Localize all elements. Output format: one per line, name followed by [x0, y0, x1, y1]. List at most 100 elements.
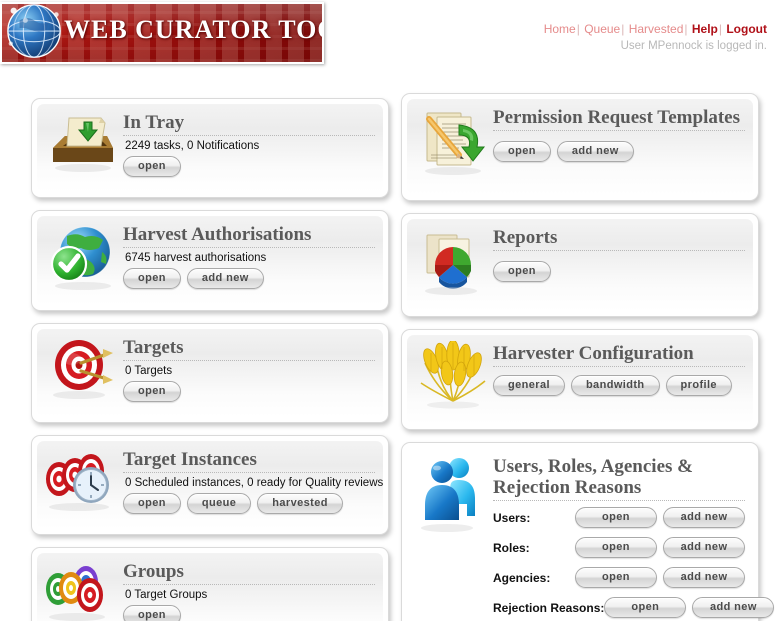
card-title: In Tray [123, 112, 375, 136]
card-title: Harvest Authorisations [123, 224, 375, 248]
nav-separator: | [718, 22, 722, 36]
card-button-row: open add new [493, 141, 745, 162]
card-title: Target Instances [123, 449, 375, 473]
admin-buttons: open add new [575, 537, 745, 558]
card-subtitle: 0 Target Groups [125, 589, 208, 601]
card-permission-request-templates: Permission Request Templates open add ne… [401, 93, 759, 201]
card-subtitle: 0 Targets [125, 365, 173, 377]
roles-open-button[interactable]: open [575, 537, 657, 558]
admin-row-users: Users: open add new [493, 507, 745, 528]
card-icon-wrap [415, 225, 493, 303]
admin-buttons: open add new [575, 507, 745, 528]
card-button-row: open [123, 156, 375, 177]
card-reports: Reports open [401, 213, 759, 317]
card-groups: Groups 0 Target Groups open [31, 547, 389, 621]
nav-link-home[interactable]: Home [544, 22, 576, 36]
page-header: WEB CURATOR TOOL Home| Queue| Harvested|… [0, 0, 777, 66]
pie-chart-folder-icon [425, 234, 477, 295]
agencies-open-button[interactable]: open [575, 567, 657, 588]
card-icon-wrap [415, 339, 493, 416]
target-instances-queue-button[interactable]: queue [186, 493, 252, 514]
harvester-profile-button[interactable]: profile [665, 375, 732, 396]
card-button-row: open add new [123, 268, 375, 289]
admin-label-users: Users: [493, 510, 531, 525]
nav-link-help[interactable]: Help [692, 22, 718, 36]
card-title: Harvester Configuration [493, 343, 745, 367]
card-subtitle: 0 Scheduled instances, 0 ready for Quali… [125, 477, 384, 489]
admin-label-agencies: Agencies: [493, 570, 551, 585]
card-harvester-configuration: Harvester Configuration general bandwidt… [401, 329, 759, 430]
card-title: Reports [493, 227, 745, 251]
card-button-row: open queue harvested [123, 493, 375, 514]
nav-link-queue[interactable]: Queue [584, 22, 620, 36]
card-title: Users, Roles, Agencies & Rejection Reaso… [493, 456, 745, 501]
card-icon-wrap [45, 447, 123, 521]
document-pencil-arrow-icon [425, 112, 486, 175]
admin-row-agencies: Agencies: open add new [493, 567, 745, 588]
page-root: WEB CURATOR TOOL Home| Queue| Harvested|… [0, 0, 777, 621]
left-column: In Tray 2249 tasks, 0 Notifications open [31, 98, 389, 621]
reports-open-button[interactable]: open [493, 261, 551, 282]
targets-open-button[interactable]: open [123, 381, 181, 402]
app-title: WEB CURATOR TOOL [64, 15, 322, 44]
admin-row-rejection-reasons: Rejection Reasons: open add new [493, 597, 775, 618]
card-title: Permission Request Templates [493, 107, 745, 131]
top-navigation: Home| Queue| Harvested| Help| Logout Use… [544, 22, 767, 54]
card-icon-wrap [45, 110, 123, 184]
nav-separator: | [621, 22, 625, 36]
card-in-tray: In Tray 2249 tasks, 0 Notifications open [31, 98, 389, 198]
coloured-targets-icon [46, 566, 105, 621]
wheat-icon [420, 339, 486, 409]
card-icon-wrap [45, 222, 123, 297]
user-status-text: User MPennock is logged in. [620, 40, 767, 52]
nav-links: Home| Queue| Harvested| Help| Logout [544, 22, 767, 37]
card-icon-wrap [415, 454, 493, 621]
permission-templates-add-new-button[interactable]: add new [556, 141, 634, 162]
globe-check-icon [50, 226, 111, 290]
card-icon-wrap [45, 559, 123, 621]
globe-icon [7, 4, 61, 58]
admin-rows: Users: open add new Roles: open add new [493, 507, 775, 618]
nav-link-harvested[interactable]: Harvested [629, 22, 684, 36]
card-button-row: open [493, 261, 745, 282]
card-subtitle: 2249 tasks, 0 Notifications [125, 140, 260, 152]
app-banner: WEB CURATOR TOOL [0, 2, 324, 64]
card-target-instances: Target Instances 0 Scheduled instances, … [31, 435, 389, 535]
harvest-authorisations-add-new-button[interactable]: add new [186, 268, 264, 289]
card-users-roles-agencies: Users, Roles, Agencies & Rejection Reaso… [401, 442, 775, 621]
permission-templates-open-button[interactable]: open [493, 141, 551, 162]
card-icon-wrap [415, 105, 493, 187]
card-icon-wrap [45, 335, 123, 409]
card-subtitle: 6745 harvest authorisations [125, 252, 267, 264]
admin-label-roles: Roles: [493, 540, 530, 555]
groups-open-button[interactable]: open [123, 605, 181, 621]
card-button-row: open [123, 605, 375, 621]
harvester-bandwidth-button[interactable]: bandwidth [570, 375, 660, 396]
agencies-add-new-button[interactable]: add new [663, 567, 745, 588]
targets-clock-icon [46, 454, 109, 511]
target-instances-harvested-button[interactable]: harvested [257, 493, 343, 514]
users-add-new-button[interactable]: add new [663, 507, 745, 528]
admin-label-rejection-reasons: Rejection Reasons: [493, 600, 605, 615]
target-instances-open-button[interactable]: open [123, 493, 181, 514]
card-targets: Targets 0 Targets open [31, 323, 389, 423]
admin-buttons: open add new [604, 597, 775, 618]
nav-link-logout[interactable]: Logout [726, 22, 767, 36]
users-open-button[interactable]: open [575, 507, 657, 528]
admin-buttons: open add new [575, 567, 745, 588]
roles-add-new-button[interactable]: add new [663, 537, 745, 558]
rejection-reasons-add-new-button[interactable]: add new [692, 597, 775, 618]
card-title: Targets [123, 337, 375, 361]
card-button-row: open [123, 381, 375, 402]
in-tray-icon [53, 117, 113, 172]
rejection-reasons-open-button[interactable]: open [604, 597, 687, 618]
nav-separator: | [576, 22, 580, 36]
in-tray-open-button[interactable]: open [123, 156, 181, 177]
harvest-authorisations-open-button[interactable]: open [123, 268, 181, 289]
card-title: Groups [123, 561, 375, 585]
admin-row-roles: Roles: open add new [493, 537, 745, 558]
people-icon [421, 458, 475, 532]
harvester-general-button[interactable]: general [493, 375, 565, 396]
right-column: Permission Request Templates open add ne… [401, 93, 775, 621]
card-harvest-authorisations: Harvest Authorisations 6745 harvest auth… [31, 210, 389, 311]
